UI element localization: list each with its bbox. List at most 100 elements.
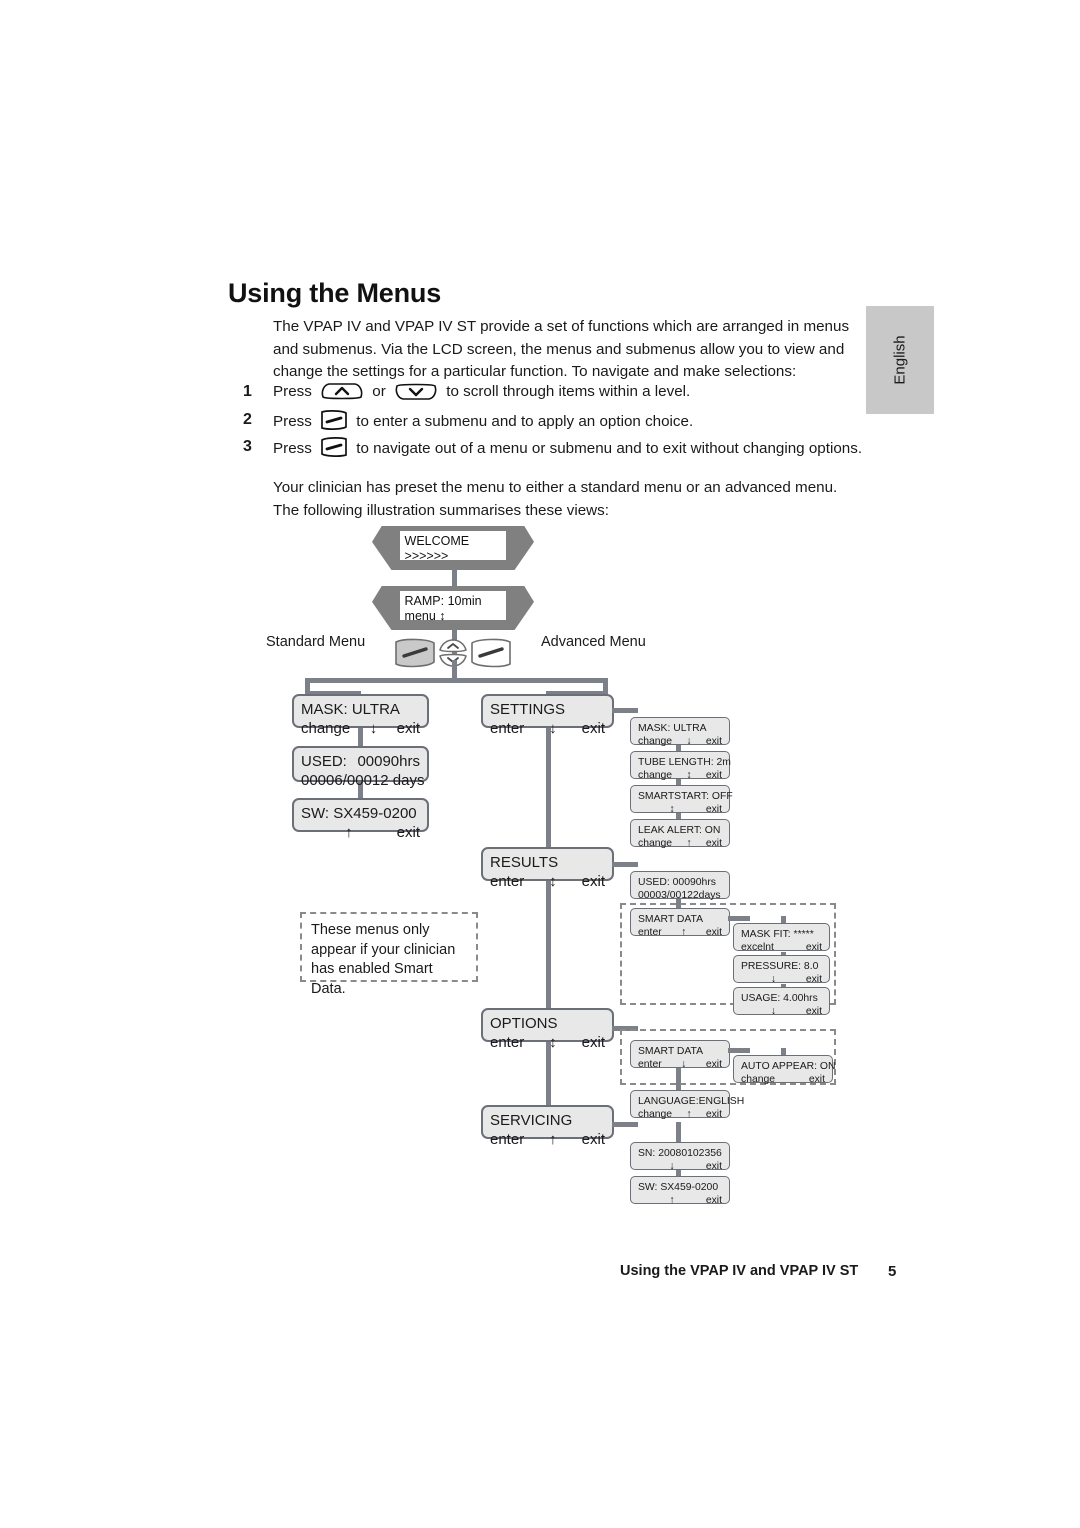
box-title: USAGE: 4.00hrs <box>741 993 818 1004</box>
lcd-screen-ramp: RAMP: 10min menu ↕ <box>372 586 534 630</box>
box-action-right: exit <box>808 1074 825 1085</box>
box-action-left: 00006/00012 days <box>301 772 425 789</box>
box-action-mid: ↕ <box>686 770 692 781</box>
settings-child-smartstart[interactable]: SMARTSTART: OFF ↕ exit <box>630 785 733 815</box>
box-title: SERVICING <box>490 1112 573 1129</box>
options-child-language[interactable]: LANGUAGE:ENGLISH change ↑ exit <box>630 1090 745 1120</box>
box-action-right: exit <box>581 873 605 890</box>
box-action-mid: ↑ <box>686 1109 692 1120</box>
box-action-mid: ↕ <box>549 1034 557 1051</box>
box-action-left: enter <box>490 1131 525 1148</box>
box-action-left: change <box>638 1109 673 1120</box>
results-child-smart-data[interactable]: SMART DATA enter ↑ exit <box>630 908 730 938</box>
adv-menu-box-servicing[interactable]: SERVICING enter ↑ exit <box>481 1105 614 1148</box>
box-action-mid: ↓ <box>681 1059 687 1070</box>
box-action-left: change <box>741 1074 776 1085</box>
box-action-right: exit <box>705 838 722 849</box>
results-child-used[interactable]: USED: 00090hrs 00003/00122days <box>630 871 730 901</box>
connector-results-branch <box>612 862 638 867</box>
box-title: SW: SX459-0200 <box>638 1182 719 1193</box>
box-action-right: exit <box>705 770 722 781</box>
servicing-child-sw[interactable]: SW: SX459-0200 ↑ exit <box>630 1176 730 1206</box>
smart-data-mask-fit[interactable]: MASK FIT: ***** excelnt exit <box>733 923 830 953</box>
box-action-mid: ↕ <box>669 804 675 815</box>
smart-data-usage[interactable]: USAGE: 4.00hrs ↓ exit <box>733 987 830 1017</box>
settings-child-tube-length[interactable]: TUBE LENGTH: 2m change ↕ exit <box>630 751 731 781</box>
box-title: OPTIONS <box>490 1015 558 1032</box>
settings-child-leak-alert[interactable]: LEAK ALERT: ON change ↑ exit <box>630 819 730 849</box>
box-action-right: exit <box>805 974 822 985</box>
std-menu-box-sw[interactable]: SW: SX459-0200 ↑ exit <box>292 798 429 841</box>
box-action-left: change <box>301 720 351 737</box>
box-action-right: exit <box>705 1161 722 1172</box>
box-title: SN: 20080102356 <box>638 1148 722 1159</box>
adv-menu-box-options[interactable]: OPTIONS enter ↕ exit <box>481 1008 614 1051</box>
std-menu-box-mask[interactable]: MASK: ULTRA change ↓ exit <box>292 694 429 737</box>
box-action-mid: ↑ <box>669 1195 675 1206</box>
box-action-mid: ↑ <box>549 1131 557 1148</box>
box-title: PRESSURE: 8.0 <box>741 961 819 972</box>
box-action-right: exit <box>705 1195 722 1206</box>
lcd-line-1: WELCOME <box>404 534 470 549</box>
smart-data-note: These menus only appear if your clinicia… <box>300 912 478 997</box>
box-title-right: 00090hrs <box>357 753 420 770</box>
box-action-left: excelnt <box>741 942 774 953</box>
servicing-child-sn[interactable]: SN: 20080102356 ↓ exit <box>630 1142 730 1172</box>
box-title: USED: 00090hrs <box>638 877 716 888</box>
menu-flow-diagram: WELCOME >>>>>> RAMP: 10min menu ↕ Standa… <box>0 0 1080 1528</box>
std-menu-box-used[interactable]: USED: 00090hrs 00006/00012 days <box>292 746 429 789</box>
box-action-right: exit <box>705 1109 722 1120</box>
box-title: MASK FIT: ***** <box>741 929 814 940</box>
lcd-display: RAMP: 10min menu ↕ <box>399 591 507 623</box>
box-action-right: exit <box>581 720 605 737</box>
box-title: TUBE LENGTH: 2m <box>638 757 731 768</box>
connector-servicing-branch <box>612 1122 638 1127</box>
box-action-mid: ↑ <box>681 927 687 938</box>
box-action-mid: ↓ <box>686 736 692 747</box>
box-title: SMART DATA <box>638 1046 704 1057</box>
note-text: These menus only appear if your clinicia… <box>311 922 456 997</box>
lcd-screen-welcome: WELCOME >>>>>> <box>372 526 534 570</box>
label-standard-menu: Standard Menu <box>266 634 366 650</box>
box-action-right: exit <box>705 927 722 938</box>
box-action-left: enter <box>490 873 525 890</box>
connector-servicing-down <box>676 1122 681 1142</box>
box-title: SMARTSTART: OFF <box>638 791 733 802</box>
box-action-left: enter <box>638 1059 662 1070</box>
box-action-right: exit <box>705 736 722 747</box>
box-action-left: enter <box>638 927 662 938</box>
box-title: MASK: ULTRA <box>301 701 400 718</box>
connector-smartdata-branch <box>728 916 750 921</box>
box-action-mid: ↓ <box>369 720 378 737</box>
box-title: MASK: ULTRA <box>638 723 707 734</box>
lcd-display: WELCOME >>>>>> <box>399 531 507 563</box>
box-action-left: change <box>638 838 673 849</box>
box-title: USED: <box>301 753 347 770</box>
box-action-left: change <box>638 770 673 781</box>
box-title: AUTO APPEAR: ON <box>741 1061 836 1072</box>
box-action-right: exit <box>396 720 420 737</box>
box-action-mid: ↓ <box>549 720 557 737</box>
connector-settings-branch <box>612 708 638 713</box>
box-title: LANGUAGE:ENGLISH <box>638 1096 745 1107</box>
settings-child-mask[interactable]: MASK: ULTRA change ↓ exit <box>630 717 730 747</box>
box-action-right: exit <box>805 1006 822 1017</box>
adv-menu-box-settings[interactable]: SETTINGS enter ↓ exit <box>481 694 614 737</box>
box-title: SETTINGS <box>490 701 566 718</box>
options-auto-appear[interactable]: AUTO APPEAR: ON change exit <box>733 1055 836 1085</box>
lcd-line-1: RAMP: 10min <box>404 594 482 609</box>
box-title: SMART DATA <box>638 914 704 925</box>
box-action-right: exit <box>581 1131 605 1148</box>
options-child-smart-data[interactable]: SMART DATA enter ↓ exit <box>630 1040 730 1070</box>
box-action-right: exit <box>396 824 420 841</box>
box-action-mid: ↓ <box>669 1161 675 1172</box>
box-action-left: enter <box>490 720 525 737</box>
box-action-right: exit <box>705 804 722 815</box>
connector-advanced-trunk <box>546 691 551 1135</box>
smart-data-pressure[interactable]: PRESSURE: 8.0 ↓ exit <box>733 955 830 985</box>
adv-menu-box-results[interactable]: RESULTS enter ↕ exit <box>481 847 614 890</box>
connector-split-horizontal <box>305 678 605 683</box>
box-title: LEAK ALERT: ON <box>638 825 721 836</box>
connector-autoappear-branch <box>728 1048 750 1053</box>
box-action-left: 00003/00122days <box>638 890 721 901</box>
